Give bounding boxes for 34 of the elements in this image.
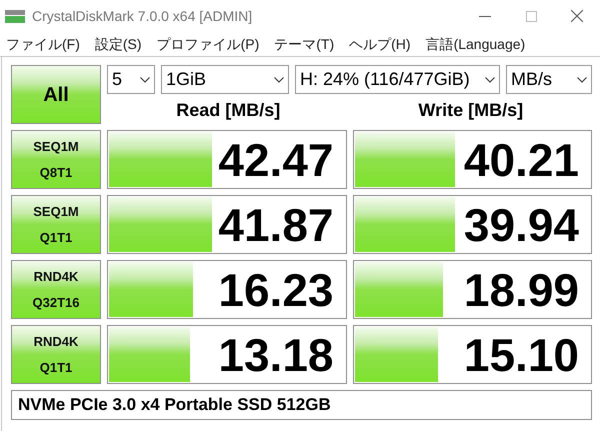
- menu-item[interactable]: 言語(Language): [426, 34, 526, 54]
- chevron-icon: [485, 76, 495, 82]
- column-header: Write [MB/s]: [417, 99, 524, 122]
- result-value: 13.18: [218, 328, 334, 382]
- test-button[interactable]: RND4K Q1T1: [11, 325, 101, 384]
- menu-item[interactable]: 設定(S): [94, 34, 142, 54]
- chevron-icon: [577, 76, 587, 82]
- result-value: 15.10: [464, 328, 579, 382]
- result-value: 18.99: [464, 263, 579, 317]
- test-button[interactable]: SEQ1M Q1T1: [11, 195, 101, 254]
- menu-item[interactable]: テーマ(T): [274, 34, 334, 54]
- maximize-icon: [526, 10, 536, 22]
- chevron-icon: [140, 76, 150, 82]
- column-header: Read [MB/s]: [175, 99, 282, 122]
- close-icon: [571, 10, 583, 22]
- chevron-icon: [274, 76, 284, 82]
- menu-item[interactable]: ヘルプ(H): [349, 34, 411, 54]
- menu-item[interactable]: ファイル(F): [6, 34, 80, 54]
- result-value: 39.94: [464, 198, 579, 252]
- test-button[interactable]: RND4K Q32T16: [11, 260, 101, 319]
- result-value: 42.47: [218, 133, 334, 187]
- comment-field[interactable]: NVMe PCIe 3.0 x4 Portable SSD 512GB: [11, 390, 592, 420]
- result-value: 40.21: [464, 133, 579, 187]
- all-button[interactable]: All: [11, 65, 101, 124]
- dropdown[interactable]: H: 24% (116/477GiB): [295, 65, 500, 94]
- window-title: CrystalDiskMark 7.0.0 x64 [ADMIN]: [32, 6, 252, 26]
- test-button[interactable]: SEQ1M Q8T1: [11, 130, 101, 189]
- menu-item[interactable]: プロファイル(P): [156, 34, 260, 54]
- disk-icon: [4, 8, 26, 24]
- dropdown[interactable]: MB/s: [506, 65, 592, 94]
- dropdown[interactable]: 1GiB: [161, 65, 289, 94]
- result-value: 41.87: [218, 198, 334, 252]
- result-value: 16.23: [218, 263, 334, 317]
- dropdown[interactable]: 5: [107, 65, 155, 94]
